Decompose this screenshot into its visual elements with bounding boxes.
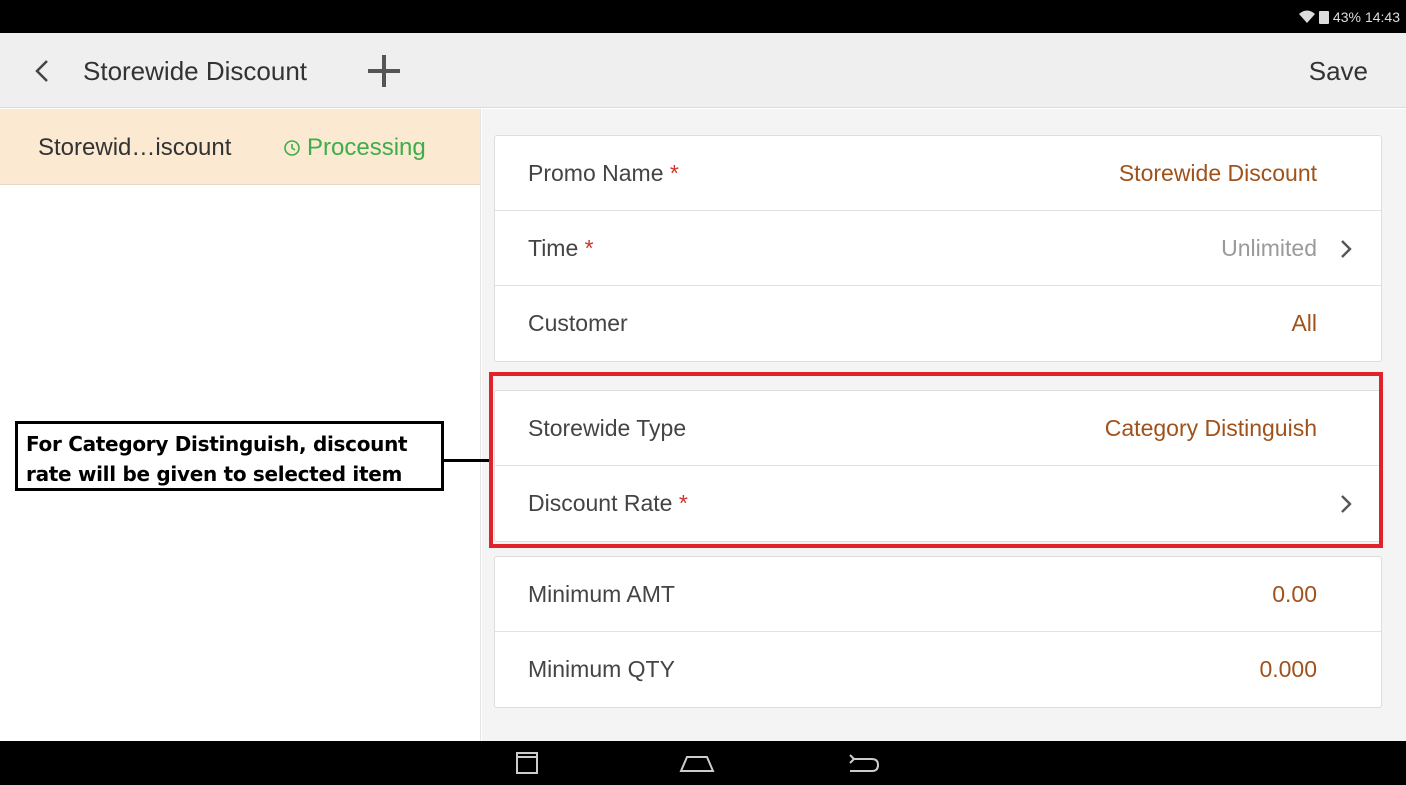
battery-icon [1318,10,1329,24]
recents-icon[interactable] [512,751,542,775]
form-card-type: Storewide Type Category Distinguish Disc… [494,390,1382,542]
time-label: Time * [528,235,594,261]
status-icons: 43% 14:43 [1298,9,1400,25]
storewide-type-value: Category Distinguish [1104,415,1317,441]
minimum-qty-value: 0.000 [1259,656,1317,682]
callout-connector [444,459,489,462]
promo-name-value: Storewide Discount [1118,160,1317,186]
form-card-basic: Promo Name * Storewide Discount Time * U… [494,135,1382,362]
annotation-callout: For Category Distinguish, discount rate … [15,421,444,491]
wifi-icon [1298,10,1315,23]
promo-name-row[interactable]: Promo Name * Storewide Discount [495,136,1381,211]
minimum-amt-row[interactable]: Minimum AMT 0.00 [495,557,1381,632]
back-nav-icon[interactable] [846,751,880,775]
promo-name-label: Promo Name * [528,160,679,186]
battery-level: 43% [1332,9,1361,25]
clock-time: 14:43 [1364,9,1400,25]
status-text: Processing [307,134,426,161]
clock-icon [284,140,300,156]
annotation-line-2: rate will be given to selected item [26,462,403,486]
page-title: Storewide Discount [83,56,307,86]
form-card-minimums: Minimum AMT 0.00 Minimum QTY 0.000 [494,556,1382,708]
minimum-qty-label: Minimum QTY [528,656,675,682]
annotation-line-1: For Category Distinguish, discount [26,432,408,456]
system-nav-bar [0,741,1406,785]
required-mark: * [584,235,594,261]
discount-rate-label: Discount Rate * [528,490,688,516]
customer-label: Customer [528,310,628,336]
time-value: Unlimited [1221,235,1317,261]
customer-row[interactable]: Customer All [495,286,1381,361]
required-mark: * [678,490,688,516]
customer-value: All [1291,310,1317,336]
list-item-name: Storewid…iscount [38,134,232,161]
storewide-type-label: Storewide Type [528,415,687,441]
list-item[interactable]: Storewid…iscount Processing [0,109,480,185]
minimum-qty-row[interactable]: Minimum QTY 0.000 [495,632,1381,707]
storewide-type-row[interactable]: Storewide Type Category Distinguish [495,391,1381,466]
home-icon[interactable] [677,751,717,775]
back-icon[interactable] [30,57,54,85]
plus-icon[interactable] [364,51,404,91]
save-button[interactable]: Save [1309,56,1368,87]
required-mark: * [669,160,679,186]
chevron-right-icon [1341,240,1352,258]
app-bar: Storewide Discount Save [0,33,1406,108]
status-badge: Processing [283,134,426,162]
chevron-right-icon [1341,495,1352,513]
detail-pane: Promo Name * Storewide Discount Time * U… [482,109,1406,741]
discount-rate-row[interactable]: Discount Rate * [495,466,1381,541]
time-row[interactable]: Time * Unlimited [495,211,1381,286]
status-bar: 43% 14:43 [0,0,1406,33]
minimum-amt-value: 0.00 [1272,581,1317,607]
minimum-amt-label: Minimum AMT [528,581,675,607]
